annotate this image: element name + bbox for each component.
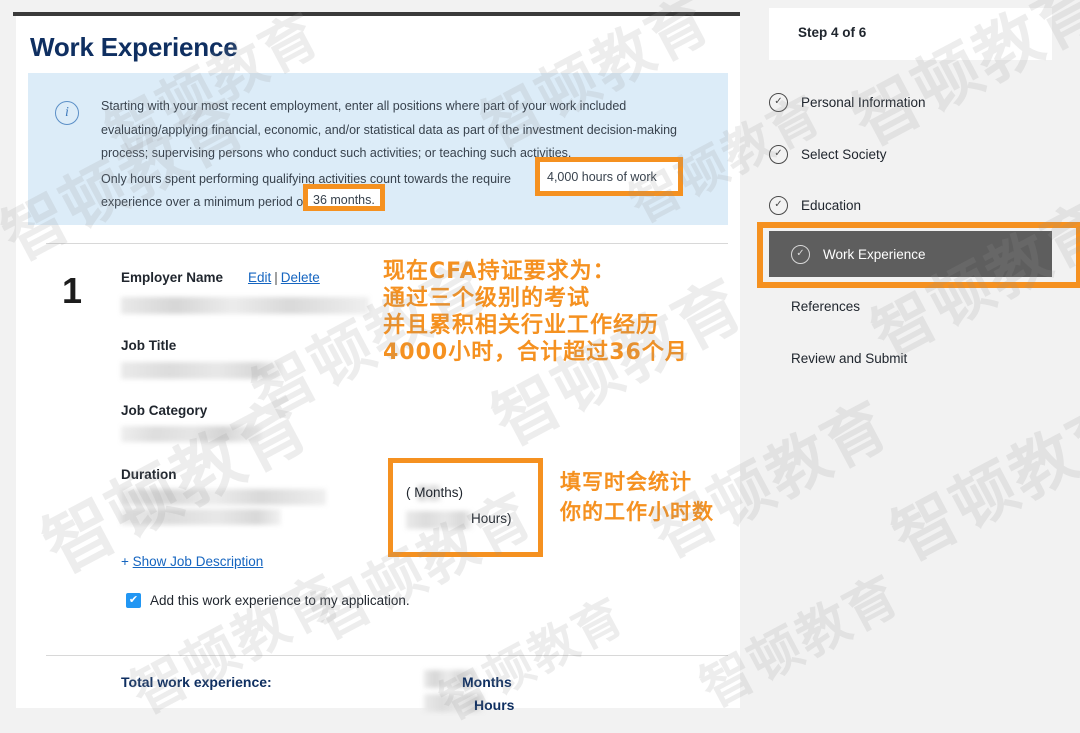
info-icon: i xyxy=(55,101,79,125)
left-gutter xyxy=(0,0,16,708)
duration-months-text: ( Months) xyxy=(406,485,463,500)
entry-number: 1 xyxy=(62,270,82,312)
job-category-label: Job Category xyxy=(121,403,207,418)
highlight-months-text: 36 months. xyxy=(313,193,375,207)
total-work-experience-label: Total work experience: xyxy=(121,674,272,690)
job-title-value-redacted xyxy=(121,362,281,379)
duration-hours-value-redacted xyxy=(406,511,472,529)
duration-label: Duration xyxy=(121,467,177,482)
delete-link[interactable]: Delete xyxy=(281,270,320,285)
plus-icon: + xyxy=(121,554,129,569)
checkbox-checked-icon[interactable]: ✔ xyxy=(126,593,141,608)
highlight-box-months-requirement: 36 months. xyxy=(303,184,385,211)
progress-sidebar: Step 4 of 6 ✓ Personal Information ✓ Sel… xyxy=(740,0,1080,708)
step-header-label: Step 4 of 6 xyxy=(798,25,866,40)
sidebar-item-label: Select Society xyxy=(801,147,887,162)
total-hours-unit: Hours xyxy=(474,697,514,713)
check-circle-icon: ✓ xyxy=(769,196,788,215)
check-circle-icon: ✓ xyxy=(769,145,788,164)
sidebar-item-review-and-submit[interactable]: Review and Submit xyxy=(769,343,1052,373)
check-circle-icon: ✓ xyxy=(769,93,788,112)
add-experience-checkbox-label: Add this work experience to my applicati… xyxy=(150,593,410,608)
sidebar-item-label: Review and Submit xyxy=(791,351,907,366)
highlight-box-duration-totals: ( Months) Hours) xyxy=(388,458,543,557)
screenshot-root: Work Experience i Starting with your mos… xyxy=(0,0,1080,708)
sidebar-item-label: References xyxy=(791,299,860,314)
sidebar-item-select-society[interactable]: ✓ Select Society xyxy=(769,139,1052,169)
sidebar-item-label: Personal Information xyxy=(801,95,926,110)
add-experience-checkbox-row[interactable]: ✔ Add this work experience to my applica… xyxy=(126,593,410,608)
action-separator: | xyxy=(271,270,281,285)
step-header: Step 4 of 6 xyxy=(769,8,1052,60)
annotation-note-1: 现在CFA持证要求为： 通过三个级别的考试 并且累积相关行业工作经历 4000小… xyxy=(383,258,688,366)
duration-value-redacted-2 xyxy=(121,509,281,525)
sidebar-item-label: Education xyxy=(801,198,861,213)
sidebar-item-personal-information[interactable]: ✓ Personal Information xyxy=(769,87,1052,117)
employer-name-value-redacted xyxy=(121,297,369,314)
job-title-label: Job Title xyxy=(121,338,176,353)
info-callout-text: Starting with your most recent employmen… xyxy=(101,95,701,215)
section-divider-bottom xyxy=(46,655,728,656)
top-rule xyxy=(13,12,740,16)
edit-link[interactable]: Edit xyxy=(248,270,271,285)
annotation-note-2: 填写时会统计 你的工作小时数 xyxy=(560,467,714,527)
employer-name-label: Employer Name xyxy=(121,270,223,285)
show-job-description-link[interactable]: Show Job Description xyxy=(133,554,264,569)
job-category-value-redacted xyxy=(121,426,261,442)
highlight-hours-text: 4,000 hours of work xyxy=(547,170,657,184)
highlight-box-active-step xyxy=(757,222,1080,288)
info-paragraph-2b: experience over a minimum period o xyxy=(101,195,303,209)
page-title: Work Experience xyxy=(30,32,238,63)
total-months-unit: Months xyxy=(462,674,512,690)
duration-value-redacted-1 xyxy=(121,489,326,505)
duration-hours-text: Hours) xyxy=(471,511,512,526)
show-job-description[interactable]: + Show Job Description xyxy=(121,554,263,569)
sidebar-item-education[interactable]: ✓ Education xyxy=(769,190,1052,220)
section-divider-top xyxy=(46,243,728,244)
highlight-box-hours-requirement: 4,000 hours of work xyxy=(535,157,683,196)
entry-actions: Edit|Delete xyxy=(248,270,320,285)
sidebar-item-references[interactable]: References xyxy=(769,291,1052,321)
info-paragraph-1: Starting with your most recent employmen… xyxy=(101,95,701,166)
